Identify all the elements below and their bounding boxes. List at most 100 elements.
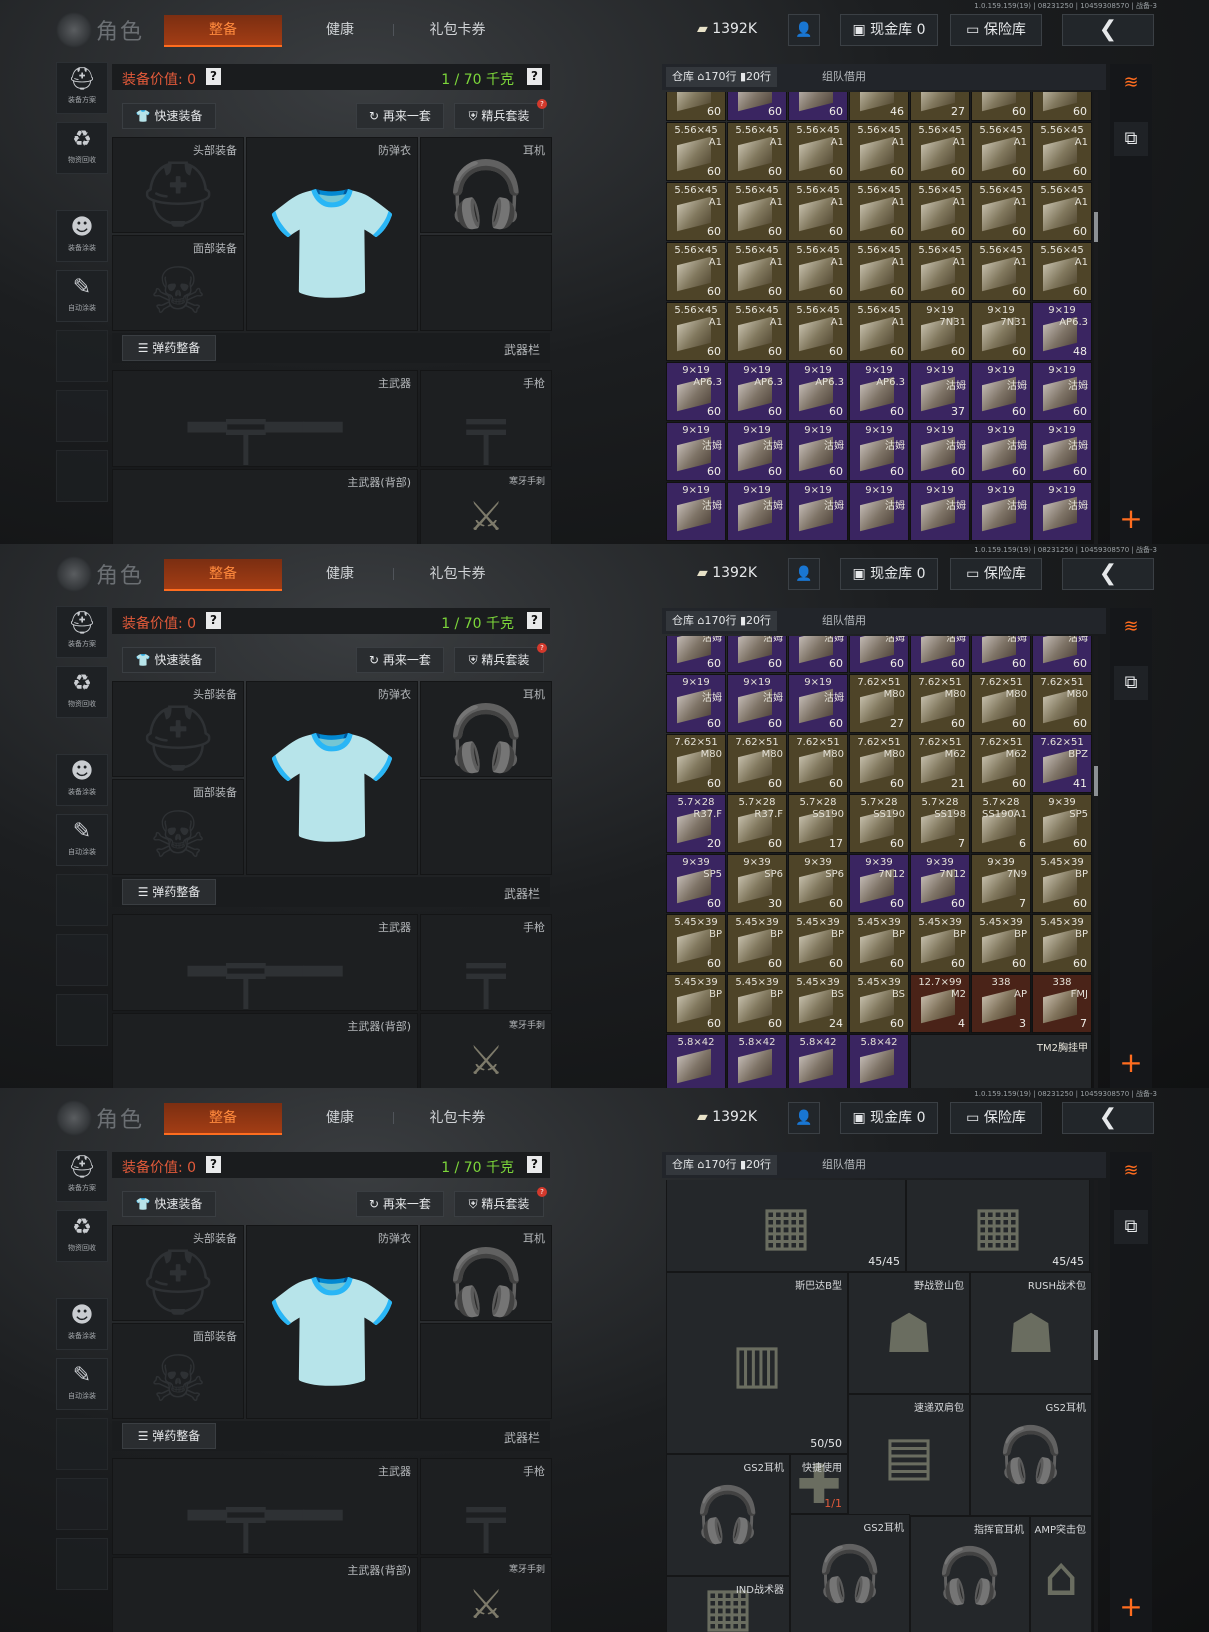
back-weapon-slot[interactable]: 主武器(背部): [112, 1013, 418, 1088]
ammo-item[interactable]: 5.56×45 A1 60: [849, 242, 909, 301]
ammo-item[interactable]: 9×19沽姆60: [666, 674, 726, 733]
equip-skin-button[interactable]: ☻ 装备涂装: [56, 210, 108, 262]
pistol-slot[interactable]: 手枪 ╤: [420, 914, 552, 1011]
auto-skin-button[interactable]: ✎ 自动涂装: [56, 270, 108, 322]
ammo-item[interactable]: 9×19 沽姆 37: [910, 362, 970, 421]
equip-skin-button[interactable]: ☻ 装备涂装: [56, 754, 108, 806]
gear-item[interactable]: ✚ 快捷使用 1/1: [790, 1453, 848, 1516]
ammo-item[interactable]: 9×19沽姆60: [788, 636, 848, 673]
gear-item[interactable]: ☗ RUSH战术包: [970, 1272, 1092, 1394]
gear-item[interactable]: 🎧 GS2耳机: [790, 1514, 910, 1632]
tab-team-borrow[interactable]: 组队借用: [822, 611, 866, 631]
ammo-item[interactable]: 5.56×45 A1 60: [971, 122, 1031, 181]
extra-slot[interactable]: [420, 779, 552, 875]
ammo-item[interactable]: 5.56×45 A1 60: [788, 302, 848, 361]
ammo-item[interactable]: 5.56×45 A1 60: [727, 242, 787, 301]
primary-weapon-slot[interactable]: 主武器 ━╤━━: [112, 370, 418, 467]
help-icon[interactable]: ?: [527, 612, 542, 629]
back-weapon-slot[interactable]: 主武器(背部): [112, 469, 418, 544]
ammo-item[interactable]: 5.7×28 SS190 60: [849, 794, 909, 853]
ammo-item[interactable]: 5.7×28 SS198 7: [910, 794, 970, 853]
gear-item[interactable]: ▦ IND战术器: [666, 1575, 790, 1632]
ammo-item[interactable]: 9×19 沽姆: [666, 482, 726, 541]
ammo-item[interactable]: 5.56×45 A1 60: [849, 182, 909, 241]
ammo-item[interactable]: 9×19 AP6.3 60: [788, 362, 848, 421]
ammo-item[interactable]: 9×19沽姆60: [910, 422, 970, 481]
stack-layers-icon[interactable]: ⧉: [1114, 122, 1148, 156]
ammo-item[interactable]: 5.56×45 A1 60: [1032, 182, 1092, 241]
ammo-item[interactable]: 5.56×45 A1 60: [727, 122, 787, 181]
ammo-item[interactable]: 60: [788, 92, 848, 121]
armor-slot[interactable]: 防弹衣 👕: [246, 681, 418, 875]
ammo-item[interactable]: 9×19 沽姆: [1032, 482, 1092, 541]
ammo-item[interactable]: 5.56×45 A1 60: [1032, 242, 1092, 301]
face-slot[interactable]: 面部装备 ☠: [112, 1323, 244, 1419]
gear-item[interactable]: 🎧 指挥官耳机: [910, 1516, 1030, 1632]
stack-layers-icon[interactable]: ⧉: [1114, 1210, 1148, 1244]
ammo-item[interactable]: 5.56×45 A1 60: [666, 182, 726, 241]
ammo-item[interactable]: 9×19沽姆60: [910, 636, 970, 673]
ammo-prep-button[interactable]: ☰ 弹药整备: [122, 1423, 216, 1449]
ammo-item[interactable]: 9×19 7N31 60: [910, 302, 970, 361]
expand-plus-icon[interactable]: +: [1114, 1046, 1148, 1080]
tab-health[interactable]: 健康: [300, 1103, 380, 1133]
elite-kit-button[interactable]: ⛨ 精兵套装: [454, 1191, 544, 1217]
melee-slot[interactable]: 寒牙手刺 ⚔: [420, 1013, 552, 1088]
ammo-item[interactable]: 5.8×42: [666, 1034, 726, 1088]
ammo-item[interactable]: 5.8×42: [788, 1034, 848, 1088]
safe-vault-button[interactable]: ▭ 保险库: [950, 1102, 1042, 1134]
tab-gift-cards[interactable]: 礼包卡券: [410, 1103, 505, 1133]
ammo-item[interactable]: 5.56×45 A1 60: [971, 242, 1031, 301]
scroll-thumb[interactable]: [1094, 1330, 1098, 1360]
warehouse-scrollbar[interactable]: [1094, 636, 1098, 1088]
gear-item[interactable]: 🎧 GS2耳机: [970, 1394, 1092, 1516]
ammo-item[interactable]: 5.45×39 BS 60: [849, 974, 909, 1033]
ammo-item[interactable]: 9×39 7N9 7: [971, 854, 1031, 913]
quick-equip-button[interactable]: 👕 快速装备: [122, 103, 216, 129]
ammo-prep-button[interactable]: ☰ 弹药整备: [122, 879, 216, 905]
cash-vault-button[interactable]: ▣ 现金库 0: [840, 558, 938, 590]
ammo-item[interactable]: 9×19 7N31 60: [971, 302, 1031, 361]
ammo-item[interactable]: 7.62×51 M80 60: [727, 734, 787, 793]
ammo-item[interactable]: 9×19 沽姆: [788, 482, 848, 541]
help-icon[interactable]: ?: [527, 1156, 542, 1173]
ammo-item[interactable]: 9×19沽姆60: [788, 674, 848, 733]
ammo-item[interactable]: 9×19 AP6.3 48: [1032, 302, 1092, 361]
face-slot[interactable]: 面部装备 ☠: [112, 779, 244, 875]
ammo-item[interactable]: 60: [971, 92, 1031, 121]
ammo-item[interactable]: 5.56×45 A1 60: [666, 302, 726, 361]
elite-kit-button[interactable]: ⛨ 精兵套装: [454, 103, 544, 129]
ammo-item[interactable]: 9×19 沽姆: [727, 482, 787, 541]
ammo-item[interactable]: 5.45×39 BP 60: [1032, 914, 1092, 973]
expand-plus-icon[interactable]: +: [1114, 502, 1148, 536]
ammo-item[interactable]: 5.56×45 A1 60: [788, 122, 848, 181]
help-icon[interactable]: ?: [206, 1156, 221, 1173]
again-button[interactable]: ↻ 再来一套: [356, 1191, 444, 1217]
quick-equip-button[interactable]: 👕 快速装备: [122, 1191, 216, 1217]
ammo-item[interactable]: 5.56×45 A1 60: [666, 242, 726, 301]
cash-vault-button[interactable]: ▣ 现金库 0: [840, 1102, 938, 1134]
gear-item[interactable]: ▦ 45/45: [906, 1180, 1090, 1272]
tab-gift-cards[interactable]: 礼包卡券: [410, 15, 505, 45]
ammo-item[interactable]: 9×39 SP6 30: [727, 854, 787, 913]
primary-weapon-slot[interactable]: 主武器 ━╤━━: [112, 914, 418, 1011]
ammo-item[interactable]: 7.62×51 M80 60: [666, 734, 726, 793]
tab-health[interactable]: 健康: [300, 559, 380, 589]
tab-gift-cards[interactable]: 礼包卡券: [410, 559, 505, 589]
tab-team-borrow[interactable]: 组队借用: [822, 1155, 866, 1175]
ammo-item[interactable]: 60: [666, 92, 726, 121]
ammo-item[interactable]: 9×19沽姆60: [727, 636, 787, 673]
ammo-item[interactable]: 5.56×45 A1 60: [849, 302, 909, 361]
ammo-item[interactable]: 5.45×39 BS 24: [788, 974, 848, 1033]
ammo-item[interactable]: 5.45×39 BP 60: [727, 914, 787, 973]
equip-plan-button[interactable]: ⛑ 装备方案: [56, 606, 108, 658]
ammo-item[interactable]: 5.45×39 BP 60: [971, 914, 1031, 973]
tab-equip[interactable]: 整备: [164, 559, 282, 591]
earphone-slot[interactable]: 耳机 🎧: [420, 681, 552, 777]
ammo-item[interactable]: 27: [910, 92, 970, 121]
ammo-item[interactable]: 5.56×45 A1 60: [910, 122, 970, 181]
back-button[interactable]: ❮: [1062, 558, 1154, 590]
ammo-item[interactable]: 7.62×51 M80 60: [849, 734, 909, 793]
ammo-item[interactable]: 5.56×45 A1 60: [666, 122, 726, 181]
quick-equip-button[interactable]: 👕 快速装备: [122, 647, 216, 673]
